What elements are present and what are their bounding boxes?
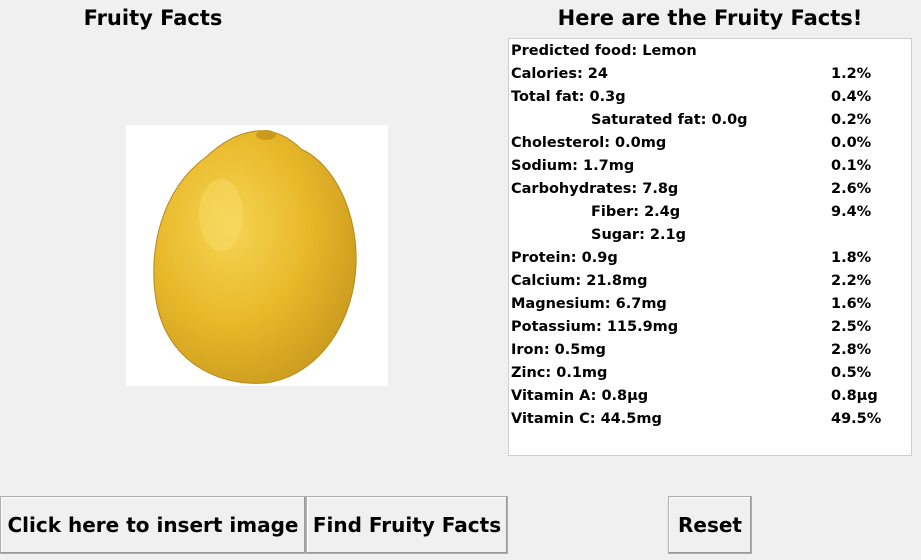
reset-button[interactable]: Reset <box>668 496 752 554</box>
fact-label: Cholesterol: 0.0mg <box>511 135 667 151</box>
fact-daily-value: 0.0% <box>831 135 872 151</box>
facts-row: Total fat: 0.3g 0.4% <box>511 89 911 112</box>
fact-label: Potassium: 115.9mg <box>511 319 679 335</box>
fruit-image <box>126 125 388 386</box>
facts-row: Vitamin C: 44.5mg 49.5% <box>511 411 911 434</box>
fact-label: Total fat: 0.3g <box>511 89 626 105</box>
app-window: Fruity Facts Here are the Fruity Facts! … <box>0 0 921 560</box>
fact-label: Protein: 0.9g <box>511 250 618 266</box>
facts-row: Sugar: 2.1g <box>511 227 911 250</box>
fact-label: Fiber: 2.4g <box>591 204 681 220</box>
fact-label: Calories: 24 <box>511 66 608 82</box>
facts-title: Here are the Fruity Facts! <box>557 6 863 30</box>
fact-label: Predicted food: Lemon <box>511 43 697 59</box>
facts-row: Predicted food: Lemon <box>511 43 911 66</box>
insert-image-button[interactable]: Click here to insert image <box>0 496 306 554</box>
facts-row: Saturated fat: 0.0g 0.2% <box>511 112 911 135</box>
fact-daily-value: 0.8µg <box>831 388 878 404</box>
left-title: Fruity Facts <box>83 6 223 30</box>
fact-label: Iron: 0.5mg <box>511 342 606 358</box>
facts-row: Protein: 0.9g 1.8% <box>511 250 911 273</box>
fact-daily-value: 2.5% <box>831 319 872 335</box>
fact-daily-value: 0.4% <box>831 89 872 105</box>
facts-row: Carbohydrates: 7.8g 2.6% <box>511 181 911 204</box>
fact-daily-value: 0.5% <box>831 365 872 381</box>
fact-label: Vitamin C: 44.5mg <box>511 411 662 427</box>
fact-label: Saturated fat: 0.0g <box>591 112 748 128</box>
facts-row: Cholesterol: 0.0mg 0.0% <box>511 135 911 158</box>
fact-label: Vitamin A: 0.8µg <box>511 388 649 404</box>
facts-row: Iron: 0.5mg 2.8% <box>511 342 911 365</box>
fact-label: Sugar: 2.1g <box>591 227 686 243</box>
fact-daily-value: 9.4% <box>831 204 872 220</box>
fact-label: Carbohydrates: 7.8g <box>511 181 679 197</box>
fact-label: Zinc: 0.1mg <box>511 365 608 381</box>
fact-daily-value: 49.5% <box>831 411 882 427</box>
fact-daily-value: 2.8% <box>831 342 872 358</box>
fact-daily-value: 0.1% <box>831 158 872 174</box>
facts-row: Potassium: 115.9mg 2.5% <box>511 319 911 342</box>
fact-label: Calcium: 21.8mg <box>511 273 648 289</box>
fact-label: Sodium: 1.7mg <box>511 158 635 174</box>
fact-daily-value: 1.2% <box>831 66 872 82</box>
facts-row: Sodium: 1.7mg 0.1% <box>511 158 911 181</box>
lemon-image <box>126 125 388 386</box>
fact-label: Magnesium: 6.7mg <box>511 296 667 312</box>
fact-daily-value: 1.6% <box>831 296 872 312</box>
fact-daily-value: 2.6% <box>831 181 872 197</box>
fact-daily-value: 2.2% <box>831 273 872 289</box>
nutrition-facts-panel: Predicted food: Lemon Calories: 24 1.2% Tot… <box>508 38 912 456</box>
facts-row: Calcium: 21.8mg 2.2% <box>511 273 911 296</box>
fact-daily-value: 0.2% <box>831 112 872 128</box>
facts-row: Calories: 24 1.2% <box>511 66 911 89</box>
fact-daily-value: 1.8% <box>831 250 872 266</box>
facts-row: Fiber: 2.4g 9.4% <box>511 204 911 227</box>
facts-row: Magnesium: 6.7mg 1.6% <box>511 296 911 319</box>
facts-row: Vitamin A: 0.8µg 0.8µg <box>511 388 911 411</box>
find-fruity-facts-button[interactable]: Find Fruity Facts <box>306 496 508 554</box>
facts-row: Zinc: 0.1mg 0.5% <box>511 365 911 388</box>
